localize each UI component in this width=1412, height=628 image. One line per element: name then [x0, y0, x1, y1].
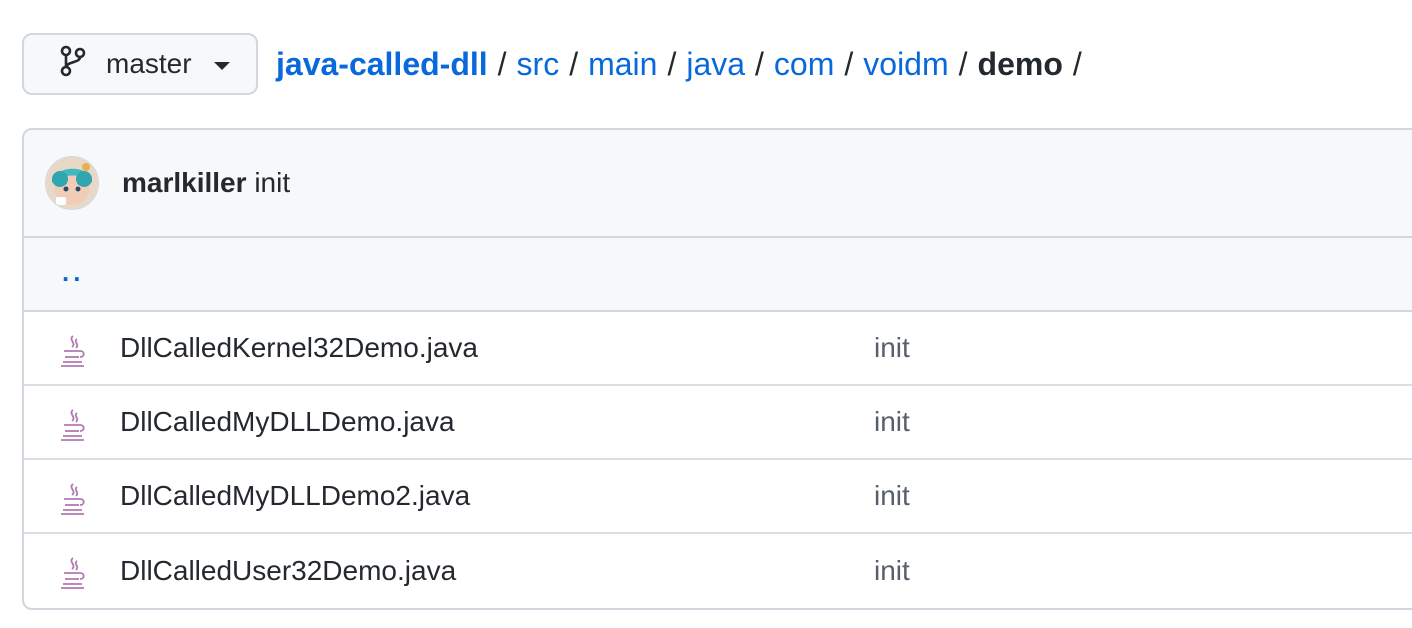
file-commit-message[interactable]: init [874, 332, 910, 364]
file-commit-message[interactable]: init [874, 480, 910, 512]
user-avatar[interactable] [46, 157, 98, 209]
file-row: DllCalledMyDLLDemo.java init [24, 386, 1412, 460]
breadcrumb-link-main[interactable]: main [588, 46, 657, 83]
breadcrumb-separator: / [1072, 45, 1082, 82]
breadcrumb-separator: / [497, 45, 507, 82]
java-file-icon [58, 334, 88, 368]
commit-message[interactable]: init [254, 167, 290, 198]
breadcrumb-separator: / [569, 45, 579, 82]
file-list: marlkiller init .. DllCalledKernel32Demo… [22, 128, 1412, 610]
breadcrumb-separator: / [667, 45, 677, 82]
branch-name: master [106, 48, 192, 79]
java-file-icon [58, 408, 88, 442]
commit-author[interactable]: marlkiller [122, 167, 247, 198]
parent-directory-link[interactable]: .. [62, 257, 84, 288]
commit-summary: marlkiller init [122, 167, 290, 199]
file-row: DllCalledUser32Demo.java init [24, 534, 1412, 608]
file-row: DllCalledKernel32Demo.java init [24, 312, 1412, 386]
breadcrumb-link-src[interactable]: src [517, 46, 560, 83]
latest-commit-row: marlkiller init [24, 130, 1412, 238]
breadcrumb: java-called-dll / src / main / java / co… [276, 46, 1092, 83]
file-commit-message[interactable]: init [874, 406, 910, 438]
breadcrumb-separator: / [755, 45, 764, 82]
breadcrumb-repo-link[interactable]: java-called-dll [276, 46, 488, 83]
java-file-icon [58, 556, 88, 590]
caret-down-icon [213, 62, 230, 70]
file-name-link[interactable]: DllCalledMyDLLDemo.java [120, 406, 455, 438]
file-commit-message[interactable]: init [874, 555, 910, 587]
breadcrumb-separator: / [958, 45, 968, 82]
breadcrumb-link-com[interactable]: com [774, 46, 834, 83]
breadcrumb-current-folder: demo [977, 45, 1063, 82]
breadcrumb-separator: / [844, 45, 854, 82]
breadcrumb-link-voidm[interactable]: voidm [863, 46, 948, 83]
file-name-link[interactable]: DllCalledKernel32Demo.java [120, 332, 478, 364]
java-file-icon [58, 482, 88, 516]
file-row: DllCalledMyDLLDemo2.java init [24, 460, 1412, 534]
parent-directory-row[interactable]: .. [24, 238, 1412, 312]
repo-navigation: master java-called-dll / src / main / ja… [22, 32, 1092, 96]
git-branch-icon [60, 45, 86, 84]
breadcrumb-link-java[interactable]: java [686, 46, 745, 83]
branch-selector-button[interactable]: master [22, 33, 258, 95]
file-name-link[interactable]: DllCalledUser32Demo.java [120, 555, 456, 587]
file-name-link[interactable]: DllCalledMyDLLDemo2.java [120, 480, 470, 512]
